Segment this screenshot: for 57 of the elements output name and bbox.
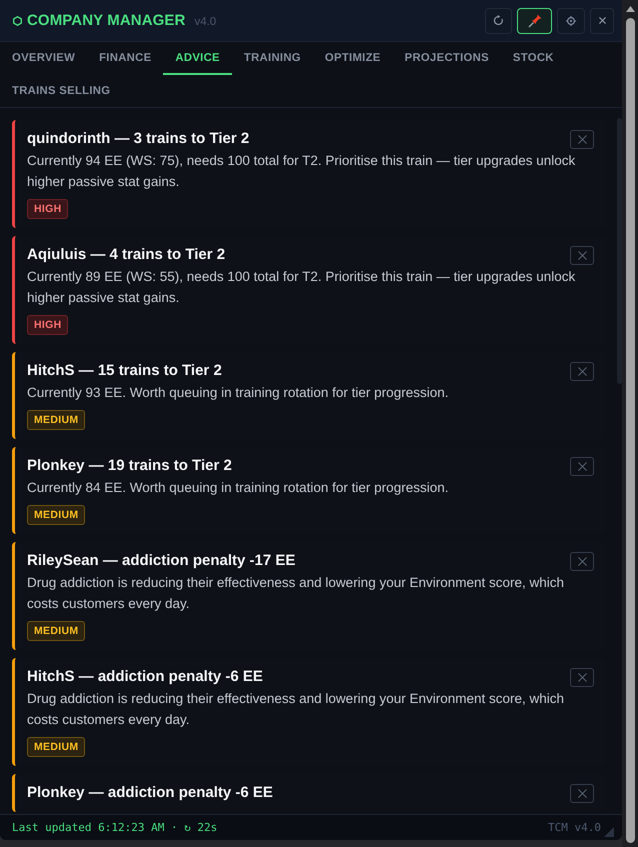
dismiss-button[interactable] — [570, 784, 594, 803]
close-button[interactable] — [590, 8, 614, 34]
card-title: RileySean — addiction penalty -17 EE — [27, 551, 296, 571]
tab[interactable]: OPTIMIZE — [312, 42, 393, 74]
card-title: Plonkey — addiction penalty -6 EE — [27, 783, 273, 803]
dismiss-button[interactable] — [570, 246, 594, 265]
card-description: Currently 84 EE. Worth queuing in training rotation for tier progression. — [27, 479, 450, 497]
last-updated-status: Last updated 6:12:23 AM · ↻ 22s — [12, 821, 218, 834]
close-icon — [598, 17, 606, 24]
card-description: Drug addiction is reducing their effectiveness and lowering your Environment score, which costs customers every day. — [27, 574, 566, 613]
tab[interactable]: TRAINS SELLING — [0, 74, 122, 107]
dismiss-button[interactable] — [570, 457, 594, 476]
tab[interactable]: FINANCE — [87, 42, 164, 74]
close-icon — [578, 462, 586, 471]
priority-badge: MEDIUM — [27, 410, 86, 430]
priority-badge: MEDIUM — [27, 621, 86, 641]
app-title: COMPANY MANAGER — [27, 12, 186, 29]
tab[interactable]: ADVICE — [163, 42, 232, 74]
refresh-icon — [493, 15, 504, 26]
close-icon — [578, 673, 586, 682]
card-title: Aqiuluis — 4 trains to Tier 2 — [27, 245, 226, 265]
resize-handle-icon[interactable] — [604, 827, 614, 837]
close-icon — [578, 789, 586, 798]
version-label: TCM v4.0 — [548, 821, 601, 834]
priority-badge: HIGH — [27, 199, 68, 219]
card-title: HitchS — addiction penalty -6 EE — [27, 667, 263, 687]
settings-icon — [566, 16, 576, 26]
dismiss-button[interactable] — [570, 362, 594, 381]
priority-badge: HIGH — [27, 315, 68, 335]
priority-badge: MEDIUM — [27, 737, 86, 757]
tab[interactable]: OVERVIEW — [0, 42, 88, 74]
card-description: Currently 89 EE (WS: 55), needs 100 total for T2. Prioritise this train — tier upgrades unlock higher passive stat gains. — [27, 268, 576, 307]
tab[interactable]: PROJECTIONS — [392, 42, 501, 74]
priority-badge: MEDIUM — [27, 505, 86, 525]
refresh-button[interactable] — [485, 8, 512, 34]
tab[interactable]: STOCK — [500, 42, 566, 74]
card-description: Currently 93 EE. Worth queuing in training rotation for tier progression. — [27, 384, 450, 402]
close-icon — [578, 251, 586, 260]
dismiss-button[interactable] — [570, 552, 594, 571]
tab[interactable]: TRAINING — [232, 42, 313, 74]
card-title: HitchS — 15 trains to Tier 2 — [27, 361, 222, 381]
dismiss-button[interactable] — [570, 130, 594, 149]
close-icon — [578, 367, 586, 376]
scroll-up-arrow-icon[interactable] — [626, 6, 634, 12]
pushpin-icon — [528, 14, 542, 28]
scrollbar-thumb[interactable] — [626, 18, 634, 843]
card-description: Drug addiction is reducing their effectiveness and lowering your Environment score, which costs customers every day. — [27, 690, 566, 729]
settings-button[interactable] — [557, 8, 585, 34]
version-label: v4.0 — [194, 16, 216, 28]
close-icon — [578, 135, 586, 144]
pin-button[interactable] — [517, 8, 552, 34]
dismiss-button[interactable] — [570, 668, 594, 687]
card-description: Currently 94 EE (WS: 75), needs 100 total for T2. Prioritise this train — tier upgrades unlock higher passive stat gains. — [27, 152, 576, 191]
card-title: quindorinth — 3 trains to Tier 2 — [27, 129, 250, 149]
hexagon-icon — [13, 16, 22, 26]
close-icon — [578, 557, 586, 566]
card-title: Plonkey — 19 trains to Tier 2 — [27, 456, 232, 476]
